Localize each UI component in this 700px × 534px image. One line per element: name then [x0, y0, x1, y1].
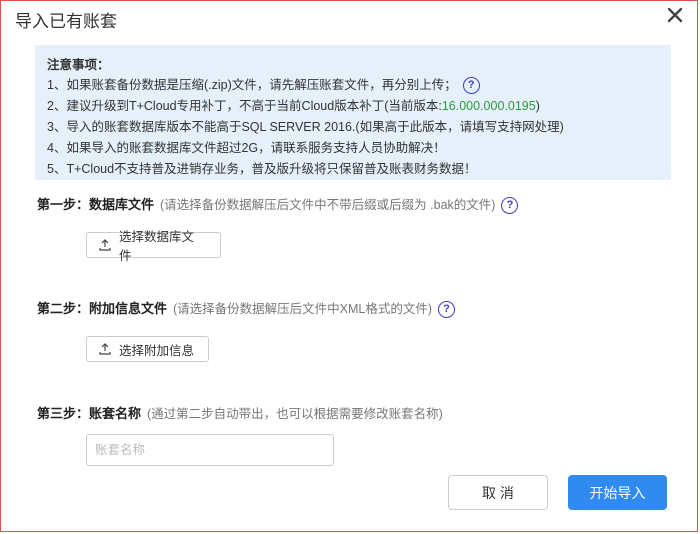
version-number: 16.000.000.0195 — [441, 99, 536, 113]
step3-label: 第三步：账套名称 — [37, 406, 142, 421]
dialog-title: 导入已有账套 — [15, 12, 117, 31]
close-icon — [667, 7, 683, 23]
select-database-file-label: 选择数据库文件 — [118, 230, 194, 263]
step2-label: 第二步：附加信息文件 — [37, 301, 168, 316]
step2-row: 第二步：附加信息文件 (请选择备份数据解压后文件中XML格式的文件)? — [37, 298, 456, 319]
import-account-dialog: 导入已有账套 注意事项： 1、如果账套备份数据是压缩(.zip)文件，请先解压账… — [0, 0, 698, 532]
help-icon[interactable]: ? — [501, 197, 519, 215]
step2-hint: (请选择备份数据解压后文件中XML格式的文件) — [173, 302, 433, 316]
notice-heading: 注意事项： — [47, 58, 110, 72]
select-attachment-info-label: 选择附加信息 — [119, 343, 195, 358]
close-button[interactable] — [665, 5, 685, 25]
step3-row: 第三步：账套名称 (通过第二步自动带出，也可以根据需要修改账套名称) — [37, 403, 443, 422]
notice-box: 注意事项： 1、如果账套备份数据是压缩(.zip)文件，请先解压账套文件，再分别… — [35, 45, 671, 180]
notice-line-5: 5、T+Cloud不支持普及进销存业务，普及版升级将只保留普及账表财务数据！ — [47, 162, 477, 176]
start-import-button[interactable]: 开始导入 — [568, 475, 667, 510]
notice-line-3: 3、导入的账套数据库版本不能高于SQL SERVER 2016.(如果高于此版本… — [47, 120, 564, 134]
upload-icon — [99, 239, 111, 251]
cancel-button[interactable]: 取 消 — [448, 475, 548, 510]
help-icon[interactable]: ? — [462, 77, 480, 95]
select-database-file-button[interactable]: 选择数据库文件 — [86, 230, 221, 263]
step1-hint: (请选择备份数据解压后文件中不带后缀或后缀为 .bak的文件) — [160, 198, 496, 212]
step3-hint: (通过第二步自动带出，也可以根据需要修改账套名称) — [147, 407, 443, 421]
help-icon[interactable]: ? — [438, 301, 456, 319]
step1-label: 第一步：数据库文件 — [37, 197, 155, 212]
account-name-input[interactable] — [86, 434, 334, 466]
upload-icon — [99, 343, 111, 355]
notice-line-4: 4、如果导入的账套数据库文件超过2G，请联系服务支持人员协助解决！ — [47, 141, 446, 155]
select-attachment-info-button[interactable]: 选择附加信息 — [86, 336, 209, 362]
step1-row: 第一步：数据库文件 (请选择备份数据解压后文件中不带后缀或后缀为 .bak的文件)… — [37, 194, 519, 215]
notice-line-2: 2、建议升级到T+Cloud专用补丁，不高于当前Cloud版本补丁(当前版本:1… — [47, 99, 540, 113]
notice-line-1: 1、如果账套备份数据是压缩(.zip)文件，请先解压账套文件，再分别上传；? — [47, 75, 659, 96]
